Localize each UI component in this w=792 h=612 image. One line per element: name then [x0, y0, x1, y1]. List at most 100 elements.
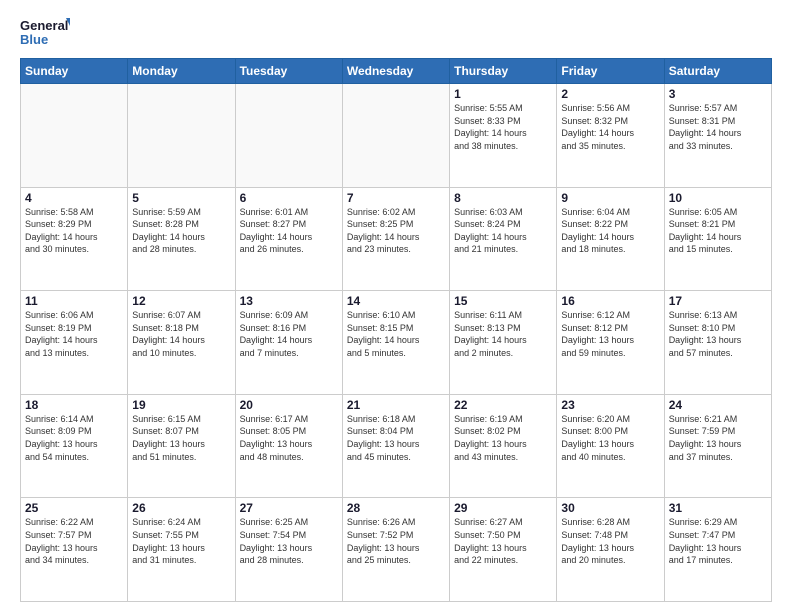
calendar-cell: 11Sunrise: 6:06 AM Sunset: 8:19 PM Dayli… [21, 291, 128, 395]
day-info: Sunrise: 5:56 AM Sunset: 8:32 PM Dayligh… [561, 102, 659, 152]
day-number: 29 [454, 501, 552, 515]
calendar-cell: 12Sunrise: 6:07 AM Sunset: 8:18 PM Dayli… [128, 291, 235, 395]
day-number: 25 [25, 501, 123, 515]
calendar-week-4: 25Sunrise: 6:22 AM Sunset: 7:57 PM Dayli… [21, 498, 772, 602]
calendar-cell: 10Sunrise: 6:05 AM Sunset: 8:21 PM Dayli… [664, 187, 771, 291]
calendar-cell [342, 84, 449, 188]
calendar-cell: 6Sunrise: 6:01 AM Sunset: 8:27 PM Daylig… [235, 187, 342, 291]
day-number: 28 [347, 501, 445, 515]
day-info: Sunrise: 6:22 AM Sunset: 7:57 PM Dayligh… [25, 516, 123, 566]
day-number: 18 [25, 398, 123, 412]
day-number: 8 [454, 191, 552, 205]
calendar-cell: 20Sunrise: 6:17 AM Sunset: 8:05 PM Dayli… [235, 394, 342, 498]
day-info: Sunrise: 6:25 AM Sunset: 7:54 PM Dayligh… [240, 516, 338, 566]
day-number: 24 [669, 398, 767, 412]
day-number: 12 [132, 294, 230, 308]
day-info: Sunrise: 6:12 AM Sunset: 8:12 PM Dayligh… [561, 309, 659, 359]
calendar-cell: 7Sunrise: 6:02 AM Sunset: 8:25 PM Daylig… [342, 187, 449, 291]
day-info: Sunrise: 6:19 AM Sunset: 8:02 PM Dayligh… [454, 413, 552, 463]
calendar-cell: 21Sunrise: 6:18 AM Sunset: 8:04 PM Dayli… [342, 394, 449, 498]
day-info: Sunrise: 5:55 AM Sunset: 8:33 PM Dayligh… [454, 102, 552, 152]
day-info: Sunrise: 6:13 AM Sunset: 8:10 PM Dayligh… [669, 309, 767, 359]
day-info: Sunrise: 6:01 AM Sunset: 8:27 PM Dayligh… [240, 206, 338, 256]
day-number: 31 [669, 501, 767, 515]
calendar-cell: 24Sunrise: 6:21 AM Sunset: 7:59 PM Dayli… [664, 394, 771, 498]
calendar-week-2: 11Sunrise: 6:06 AM Sunset: 8:19 PM Dayli… [21, 291, 772, 395]
calendar-week-0: 1Sunrise: 5:55 AM Sunset: 8:33 PM Daylig… [21, 84, 772, 188]
calendar-cell: 30Sunrise: 6:28 AM Sunset: 7:48 PM Dayli… [557, 498, 664, 602]
day-number: 1 [454, 87, 552, 101]
day-number: 6 [240, 191, 338, 205]
calendar-cell: 31Sunrise: 6:29 AM Sunset: 7:47 PM Dayli… [664, 498, 771, 602]
day-number: 27 [240, 501, 338, 515]
logo: General Blue [20, 16, 70, 50]
calendar-cell: 19Sunrise: 6:15 AM Sunset: 8:07 PM Dayli… [128, 394, 235, 498]
column-header-wednesday: Wednesday [342, 59, 449, 84]
day-info: Sunrise: 6:11 AM Sunset: 8:13 PM Dayligh… [454, 309, 552, 359]
calendar-cell: 13Sunrise: 6:09 AM Sunset: 8:16 PM Dayli… [235, 291, 342, 395]
day-number: 15 [454, 294, 552, 308]
column-header-tuesday: Tuesday [235, 59, 342, 84]
day-number: 30 [561, 501, 659, 515]
day-info: Sunrise: 5:58 AM Sunset: 8:29 PM Dayligh… [25, 206, 123, 256]
column-header-thursday: Thursday [450, 59, 557, 84]
day-info: Sunrise: 6:14 AM Sunset: 8:09 PM Dayligh… [25, 413, 123, 463]
day-number: 16 [561, 294, 659, 308]
day-info: Sunrise: 6:20 AM Sunset: 8:00 PM Dayligh… [561, 413, 659, 463]
day-info: Sunrise: 6:04 AM Sunset: 8:22 PM Dayligh… [561, 206, 659, 256]
column-header-friday: Friday [557, 59, 664, 84]
calendar-cell: 27Sunrise: 6:25 AM Sunset: 7:54 PM Dayli… [235, 498, 342, 602]
day-info: Sunrise: 6:06 AM Sunset: 8:19 PM Dayligh… [25, 309, 123, 359]
day-number: 19 [132, 398, 230, 412]
day-number: 2 [561, 87, 659, 101]
calendar-cell: 5Sunrise: 5:59 AM Sunset: 8:28 PM Daylig… [128, 187, 235, 291]
day-number: 4 [25, 191, 123, 205]
calendar-cell: 28Sunrise: 6:26 AM Sunset: 7:52 PM Dayli… [342, 498, 449, 602]
day-number: 11 [25, 294, 123, 308]
calendar-week-1: 4Sunrise: 5:58 AM Sunset: 8:29 PM Daylig… [21, 187, 772, 291]
day-info: Sunrise: 6:05 AM Sunset: 8:21 PM Dayligh… [669, 206, 767, 256]
day-number: 3 [669, 87, 767, 101]
calendar-cell: 2Sunrise: 5:56 AM Sunset: 8:32 PM Daylig… [557, 84, 664, 188]
day-info: Sunrise: 6:02 AM Sunset: 8:25 PM Dayligh… [347, 206, 445, 256]
day-info: Sunrise: 6:15 AM Sunset: 8:07 PM Dayligh… [132, 413, 230, 463]
day-number: 7 [347, 191, 445, 205]
day-number: 23 [561, 398, 659, 412]
day-info: Sunrise: 6:17 AM Sunset: 8:05 PM Dayligh… [240, 413, 338, 463]
calendar-cell: 25Sunrise: 6:22 AM Sunset: 7:57 PM Dayli… [21, 498, 128, 602]
day-number: 21 [347, 398, 445, 412]
calendar-header-row: SundayMondayTuesdayWednesdayThursdayFrid… [21, 59, 772, 84]
day-info: Sunrise: 6:28 AM Sunset: 7:48 PM Dayligh… [561, 516, 659, 566]
column-header-saturday: Saturday [664, 59, 771, 84]
calendar-cell: 18Sunrise: 6:14 AM Sunset: 8:09 PM Dayli… [21, 394, 128, 498]
calendar-cell: 9Sunrise: 6:04 AM Sunset: 8:22 PM Daylig… [557, 187, 664, 291]
day-number: 17 [669, 294, 767, 308]
day-number: 10 [669, 191, 767, 205]
day-number: 9 [561, 191, 659, 205]
svg-text:Blue: Blue [20, 32, 48, 47]
column-header-monday: Monday [128, 59, 235, 84]
calendar-cell: 8Sunrise: 6:03 AM Sunset: 8:24 PM Daylig… [450, 187, 557, 291]
calendar-cell: 22Sunrise: 6:19 AM Sunset: 8:02 PM Dayli… [450, 394, 557, 498]
day-info: Sunrise: 6:26 AM Sunset: 7:52 PM Dayligh… [347, 516, 445, 566]
calendar-cell [235, 84, 342, 188]
day-info: Sunrise: 6:10 AM Sunset: 8:15 PM Dayligh… [347, 309, 445, 359]
calendar-cell: 29Sunrise: 6:27 AM Sunset: 7:50 PM Dayli… [450, 498, 557, 602]
logo-svg: General Blue [20, 16, 70, 50]
calendar-cell [128, 84, 235, 188]
header: General Blue [20, 16, 772, 50]
day-info: Sunrise: 6:09 AM Sunset: 8:16 PM Dayligh… [240, 309, 338, 359]
calendar-cell: 26Sunrise: 6:24 AM Sunset: 7:55 PM Dayli… [128, 498, 235, 602]
day-info: Sunrise: 6:03 AM Sunset: 8:24 PM Dayligh… [454, 206, 552, 256]
calendar-cell: 16Sunrise: 6:12 AM Sunset: 8:12 PM Dayli… [557, 291, 664, 395]
column-header-sunday: Sunday [21, 59, 128, 84]
day-number: 14 [347, 294, 445, 308]
day-number: 22 [454, 398, 552, 412]
calendar-week-3: 18Sunrise: 6:14 AM Sunset: 8:09 PM Dayli… [21, 394, 772, 498]
day-info: Sunrise: 5:59 AM Sunset: 8:28 PM Dayligh… [132, 206, 230, 256]
calendar-cell: 3Sunrise: 5:57 AM Sunset: 8:31 PM Daylig… [664, 84, 771, 188]
day-number: 26 [132, 501, 230, 515]
calendar-cell: 1Sunrise: 5:55 AM Sunset: 8:33 PM Daylig… [450, 84, 557, 188]
calendar-cell: 14Sunrise: 6:10 AM Sunset: 8:15 PM Dayli… [342, 291, 449, 395]
day-info: Sunrise: 5:57 AM Sunset: 8:31 PM Dayligh… [669, 102, 767, 152]
